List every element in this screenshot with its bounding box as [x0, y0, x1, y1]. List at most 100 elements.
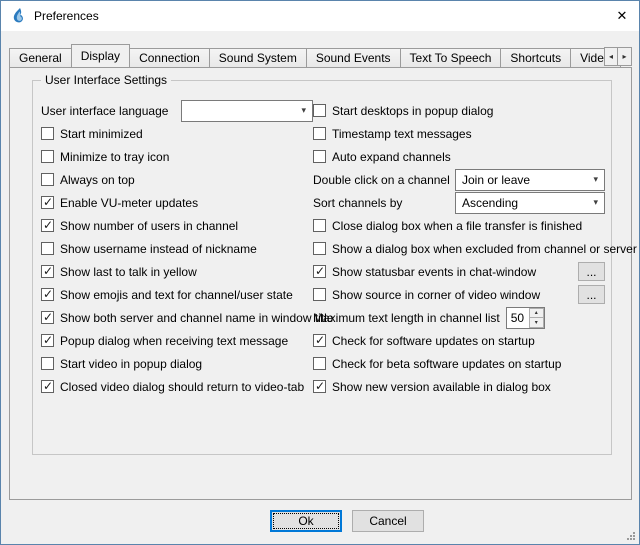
ok-button[interactable]: Ok — [270, 510, 342, 532]
checkbox-close-filetransfer-dialog[interactable]: Close dialog box when a file transfer is… — [313, 214, 605, 237]
tab-text-to-speech[interactable]: Text To Speech — [401, 48, 502, 67]
checkbox-label: Check for beta software updates on start… — [332, 357, 561, 371]
spinner-up-icon[interactable]: ▴ — [529, 308, 544, 319]
double-click-combobox[interactable]: Join or leave ▾ — [455, 169, 605, 191]
tab-scroll-left-icon[interactable]: ◂ — [604, 47, 618, 66]
checkbox-start-video-popup[interactable]: Start video in popup dialog — [41, 352, 313, 375]
checkbox-label: Show new version available in dialog box — [332, 380, 551, 394]
right-column: Start desktops in popup dialog Timestamp… — [313, 99, 605, 398]
sort-channels-combobox[interactable]: Ascending ▾ — [455, 192, 605, 214]
checkbox-label: Always on top — [60, 173, 135, 187]
checkbox-check-updates[interactable]: Check for software updates on startup — [313, 329, 605, 352]
chevron-down-icon: ▾ — [589, 174, 602, 185]
checkbox-box[interactable] — [313, 265, 326, 278]
checkbox-box[interactable] — [313, 242, 326, 255]
language-label: User interface language — [41, 104, 168, 118]
close-icon[interactable]: ✕ — [605, 1, 639, 30]
checkbox-box[interactable] — [41, 311, 54, 324]
checkbox-box[interactable] — [313, 334, 326, 347]
double-click-label: Double click on a channel — [313, 173, 450, 187]
language-combobox[interactable]: ▾ — [181, 100, 313, 122]
checkbox-start-minimized[interactable]: Start minimized — [41, 122, 313, 145]
tab-general[interactable]: General — [9, 48, 72, 67]
groupbox-title: User Interface Settings — [41, 73, 171, 87]
checkbox-box[interactable] — [313, 150, 326, 163]
tab-connection[interactable]: Connection — [130, 48, 210, 67]
checkbox-label: Check for software updates on startup — [332, 334, 535, 348]
max-text-length-spinner[interactable]: 50 ▴ ▾ — [506, 307, 545, 329]
checkbox-label: Start minimized — [60, 127, 143, 141]
checkbox-label: Show emojis and text for channel/user st… — [60, 288, 293, 302]
checkbox-box[interactable] — [41, 357, 54, 370]
checkbox-label: Show source in corner of video window — [332, 288, 540, 302]
checkbox-popup-text-message[interactable]: Popup dialog when receiving text message — [41, 329, 313, 352]
checkbox-box[interactable] — [41, 288, 54, 301]
checkbox-box[interactable] — [313, 288, 326, 301]
checkbox-box[interactable] — [41, 219, 54, 232]
app-icon — [10, 8, 26, 24]
checkbox-box[interactable] — [313, 219, 326, 232]
max-text-length-row: Maximum text length in channel list 50 ▴… — [313, 306, 605, 329]
checkbox-box[interactable] — [41, 150, 54, 163]
checkbox-box[interactable] — [313, 104, 326, 117]
checkbox-show-username[interactable]: Show username instead of nickname — [41, 237, 313, 260]
checkbox-box[interactable] — [313, 380, 326, 393]
checkbox-box[interactable] — [313, 127, 326, 140]
tab-scroll-right-icon[interactable]: ▸ — [618, 47, 632, 66]
language-row: User interface language ▾ — [41, 99, 313, 122]
tab-sound-system[interactable]: Sound System — [210, 48, 307, 67]
double-click-combobox-value: Join or leave — [462, 173, 530, 187]
checkbox-server-channel-title[interactable]: Show both server and channel name in win… — [41, 306, 313, 329]
spinner-down-icon[interactable]: ▾ — [529, 318, 544, 328]
checkbox-box[interactable] — [41, 265, 54, 278]
checkbox-check-beta-updates[interactable]: Check for beta software updates on start… — [313, 352, 605, 375]
checkbox-box[interactable] — [41, 242, 54, 255]
checkbox-label: Start desktops in popup dialog — [332, 104, 493, 118]
tab-shortcuts[interactable]: Shortcuts — [501, 48, 571, 67]
checkbox-box[interactable] — [41, 196, 54, 209]
cancel-button[interactable]: Cancel — [352, 510, 424, 532]
checkbox-label: Show a dialog box when excluded from cha… — [332, 242, 637, 256]
checkbox-vu-meter-updates[interactable]: Enable VU-meter updates — [41, 191, 313, 214]
checkbox-last-talk-yellow[interactable]: Show last to talk in yellow — [41, 260, 313, 283]
video-source-browse-button[interactable]: ... — [578, 285, 605, 304]
sort-channels-label: Sort channels by — [313, 196, 402, 210]
checkbox-label: Popup dialog when receiving text message — [60, 334, 288, 348]
checkbox-show-user-count[interactable]: Show number of users in channel — [41, 214, 313, 237]
checkbox-show-emojis[interactable]: Show emojis and text for channel/user st… — [41, 283, 313, 306]
checkbox-show-new-version[interactable]: Show new version available in dialog box — [313, 375, 605, 398]
tab-sound-events[interactable]: Sound Events — [307, 48, 401, 67]
checkbox-box[interactable] — [41, 334, 54, 347]
ui-settings-groupbox: User Interface Settings User interface l… — [32, 80, 612, 455]
max-text-length-value[interactable]: 50 — [507, 308, 529, 328]
chevron-down-icon: ▾ — [589, 197, 602, 208]
statusbar-events-row: Show statusbar events in chat-window ... — [313, 260, 605, 283]
tab-content-pane: User Interface Settings User interface l… — [9, 67, 632, 500]
checkbox-label: Closed video dialog should return to vid… — [60, 380, 304, 394]
checkbox-show-excluded-dialog[interactable]: Show a dialog box when excluded from cha… — [313, 237, 605, 260]
checkbox-label: Auto expand channels — [332, 150, 451, 164]
checkbox-label: Minimize to tray icon — [60, 150, 169, 164]
sort-channels-combobox-value: Ascending — [462, 196, 518, 210]
checkbox-minimize-to-tray[interactable]: Minimize to tray icon — [41, 145, 313, 168]
statusbar-events-browse-button[interactable]: ... — [578, 262, 605, 281]
checkbox-auto-expand-channels[interactable]: Auto expand channels — [313, 145, 605, 168]
checkbox-box[interactable] — [41, 127, 54, 140]
checkbox-label: Show number of users in channel — [60, 219, 238, 233]
checkbox-label: Start video in popup dialog — [60, 357, 202, 371]
checkbox-box[interactable] — [41, 173, 54, 186]
checkbox-start-desktops-popup[interactable]: Start desktops in popup dialog — [313, 99, 605, 122]
titlebar[interactable]: Preferences ✕ — [1, 1, 639, 31]
checkbox-video-return-tab[interactable]: Closed video dialog should return to vid… — [41, 375, 313, 398]
checkbox-box[interactable] — [313, 357, 326, 370]
checkbox-label: Show both server and channel name in win… — [60, 311, 334, 325]
sort-channels-row: Sort channels by Ascending ▾ — [313, 191, 605, 214]
checkbox-label: Show last to talk in yellow — [60, 265, 197, 279]
checkbox-timestamp-messages[interactable]: Timestamp text messages — [313, 122, 605, 145]
checkbox-always-on-top[interactable]: Always on top — [41, 168, 313, 191]
resize-grip[interactable] — [624, 529, 636, 541]
tab-scroll-control: ◂ ▸ — [604, 47, 632, 66]
checkbox-label: Show statusbar events in chat-window — [332, 265, 536, 279]
checkbox-box[interactable] — [41, 380, 54, 393]
tab-display[interactable]: Display — [71, 44, 130, 67]
